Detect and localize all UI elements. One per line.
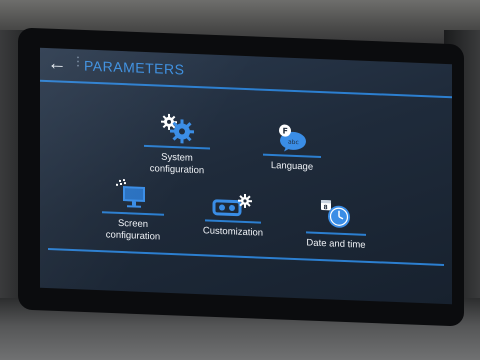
menu-dots-icon: ⋮ bbox=[72, 54, 84, 69]
tile-label: Date and time bbox=[306, 237, 366, 251]
tile-underline bbox=[144, 144, 210, 150]
tile-language[interactable]: abc F Language bbox=[252, 122, 332, 174]
tile-customization[interactable]: Customization bbox=[190, 192, 276, 240]
tile-date-and-time[interactable]: 8 Date and time bbox=[294, 198, 378, 252]
tile-label: Language bbox=[270, 159, 314, 173]
tile-underline bbox=[102, 211, 164, 216]
back-arrow-icon[interactable]: ← bbox=[46, 53, 68, 75]
tile-label-line2: configuration bbox=[105, 229, 161, 243]
tile-underline bbox=[263, 153, 321, 159]
tile-screen-configuration[interactable]: Screen configuration bbox=[88, 178, 178, 245]
cassette-gear-icon bbox=[212, 193, 252, 217]
tile-label-line2: configuration bbox=[149, 163, 205, 177]
tile-system-configuration[interactable]: System configuration bbox=[132, 111, 222, 178]
clock-calendar-icon: 8 bbox=[321, 200, 350, 228]
tile-label: Customization bbox=[202, 225, 264, 239]
tile-underline bbox=[205, 219, 261, 224]
footer-divider bbox=[48, 248, 444, 266]
page-title: PARAMETERS bbox=[84, 57, 185, 78]
monitor-icon bbox=[116, 179, 145, 208]
svg-text:F: F bbox=[283, 126, 288, 135]
tile-underline bbox=[306, 231, 366, 236]
svg-text:abc: abc bbox=[288, 139, 299, 146]
gears-icon bbox=[161, 113, 194, 144]
infotainment-screen: ← ⋮ PARAMETERS System configuration abc … bbox=[40, 47, 452, 305]
speech-bubble-icon: abc F bbox=[279, 124, 306, 152]
svg-text:8: 8 bbox=[324, 204, 328, 211]
